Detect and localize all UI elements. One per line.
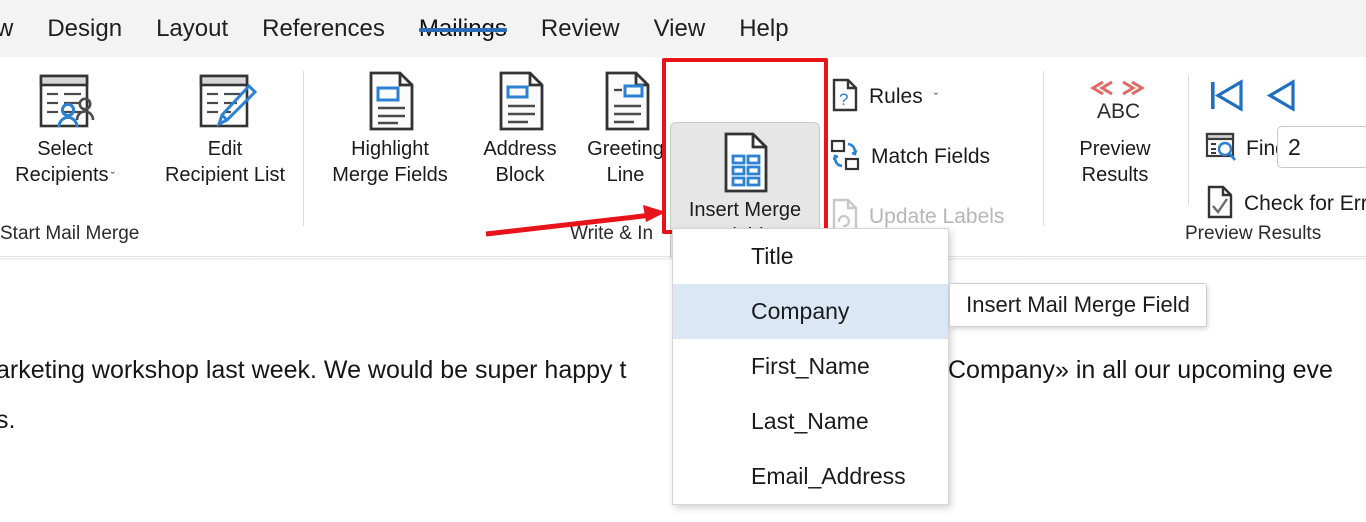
tab-references[interactable]: References xyxy=(245,0,402,41)
first-record-button[interactable] xyxy=(1205,75,1249,122)
check-for-errors-button[interactable]: Check for Err xyxy=(1205,184,1366,224)
ribbon-tabs: w Design Layout References Mailings Revi… xyxy=(0,0,1366,57)
insert-merge-field-icon xyxy=(715,123,775,197)
greeting-line-button[interactable]: Greeting Line xyxy=(568,65,683,188)
menu-item-last-name[interactable]: Last_Name xyxy=(673,394,948,449)
address-block-label-line2: Block xyxy=(496,163,545,189)
edit-recipient-list-label-line1: Edit xyxy=(208,137,242,163)
insert-merge-field-dropdown[interactable]: Title Company First_Name Last_Name Email… xyxy=(672,228,949,505)
preview-results-label-line2: Results xyxy=(1082,163,1149,189)
select-recipients-label-line1: Select xyxy=(37,137,93,163)
tab-view[interactable]: View xyxy=(637,0,723,41)
menu-item-email-address[interactable]: Email_Address xyxy=(673,449,948,504)
tab-view-clipped[interactable]: w xyxy=(0,0,30,41)
preview-results-toggle-button[interactable]: ABC Preview Results xyxy=(1055,65,1175,188)
address-block-button[interactable]: Address Block xyxy=(465,65,575,188)
preview-results-inner-separator xyxy=(1188,75,1189,205)
rules-button[interactable]: ? Rules ˇ xyxy=(830,77,938,117)
insert-merge-field-label-line1: Insert Merge xyxy=(689,197,801,223)
previous-record-icon xyxy=(1259,75,1303,117)
preview-results-label-line1: Preview xyxy=(1079,137,1150,163)
record-number-input[interactable]: 2 xyxy=(1277,126,1366,168)
chevron-down-icon: ˇ xyxy=(111,169,115,184)
select-recipients-button[interactable]: Select Recipientsˇ xyxy=(10,65,120,188)
first-record-icon xyxy=(1205,75,1249,117)
record-number-value: 2 xyxy=(1288,134,1301,161)
tab-mailings[interactable]: Mailings xyxy=(402,0,524,41)
svg-text:?: ? xyxy=(839,90,848,109)
select-recipients-label-line2: Recipientsˇ xyxy=(15,163,115,189)
document-paragraph-line-2: s. xyxy=(0,406,15,435)
update-labels-label: Update Labels xyxy=(869,205,1004,229)
rules-label: Rules xyxy=(869,85,923,109)
edit-recipient-list-icon xyxy=(193,65,257,137)
check-for-errors-icon xyxy=(1205,185,1235,224)
rules-icon: ? xyxy=(830,78,860,117)
select-recipients-icon xyxy=(33,65,97,137)
address-block-icon xyxy=(490,65,550,137)
highlight-merge-fields-button[interactable]: Highlight Merge Fields xyxy=(320,65,460,188)
group-separator-2 xyxy=(1043,71,1044,226)
group-separator-1 xyxy=(303,71,304,226)
greeting-line-label-line2: Line xyxy=(607,163,645,189)
check-for-errors-label: Check for Err xyxy=(1244,192,1366,216)
match-fields-icon xyxy=(830,138,862,177)
chevron-down-icon: ˇ xyxy=(934,90,938,105)
greeting-line-icon xyxy=(596,65,656,137)
menu-item-title[interactable]: Title xyxy=(673,229,948,284)
match-fields-label: Match Fields xyxy=(871,145,990,169)
tab-layout[interactable]: Layout xyxy=(139,0,245,41)
previous-record-button[interactable] xyxy=(1259,75,1303,122)
ribbon: Select Recipientsˇ xyxy=(0,57,1366,257)
svg-text:ABC: ABC xyxy=(1097,100,1140,123)
edit-recipient-list-button[interactable]: Edit Recipient List xyxy=(155,65,295,188)
highlight-merge-fields-icon xyxy=(360,65,420,137)
group-label-preview-results: Preview Results xyxy=(1185,223,1321,245)
preview-results-icon: ABC xyxy=(1077,65,1153,137)
group-label-start-mail-merge: Start Mail Merge xyxy=(0,223,139,245)
menu-item-company[interactable]: Company xyxy=(673,284,948,339)
ribbon-tab-strip: w Design Layout References Mailings Revi… xyxy=(0,0,1366,57)
tab-review[interactable]: Review xyxy=(524,0,637,41)
address-block-label-line1: Address xyxy=(483,137,556,163)
document-paragraph-line-1: arketing workshop last week. We would be… xyxy=(0,356,626,385)
tab-help[interactable]: Help xyxy=(722,0,805,41)
highlight-merge-fields-label-line1: Highlight xyxy=(351,137,429,163)
insert-mail-merge-field-tooltip: Insert Mail Merge Field xyxy=(949,283,1207,327)
document-paragraph-line-1-right: Company» in all our upcoming eve xyxy=(948,356,1333,385)
edit-recipient-list-label-line2: Recipient List xyxy=(165,163,285,189)
word-ribbon-screenshot: w Design Layout References Mailings Revi… xyxy=(0,0,1366,522)
group-label-write-insert-fields: Write & In xyxy=(570,223,653,245)
highlight-merge-fields-label-line2: Merge Fields xyxy=(332,163,448,189)
greeting-line-label-line1: Greeting xyxy=(587,137,664,163)
tab-design[interactable]: Design xyxy=(30,0,139,41)
menu-item-first-name[interactable]: First_Name xyxy=(673,339,948,394)
find-recipient-icon xyxy=(1205,131,1237,168)
match-fields-button[interactable]: Match Fields xyxy=(830,137,990,177)
ribbon-group-start-mail-merge: Select Recipientsˇ xyxy=(0,57,305,257)
